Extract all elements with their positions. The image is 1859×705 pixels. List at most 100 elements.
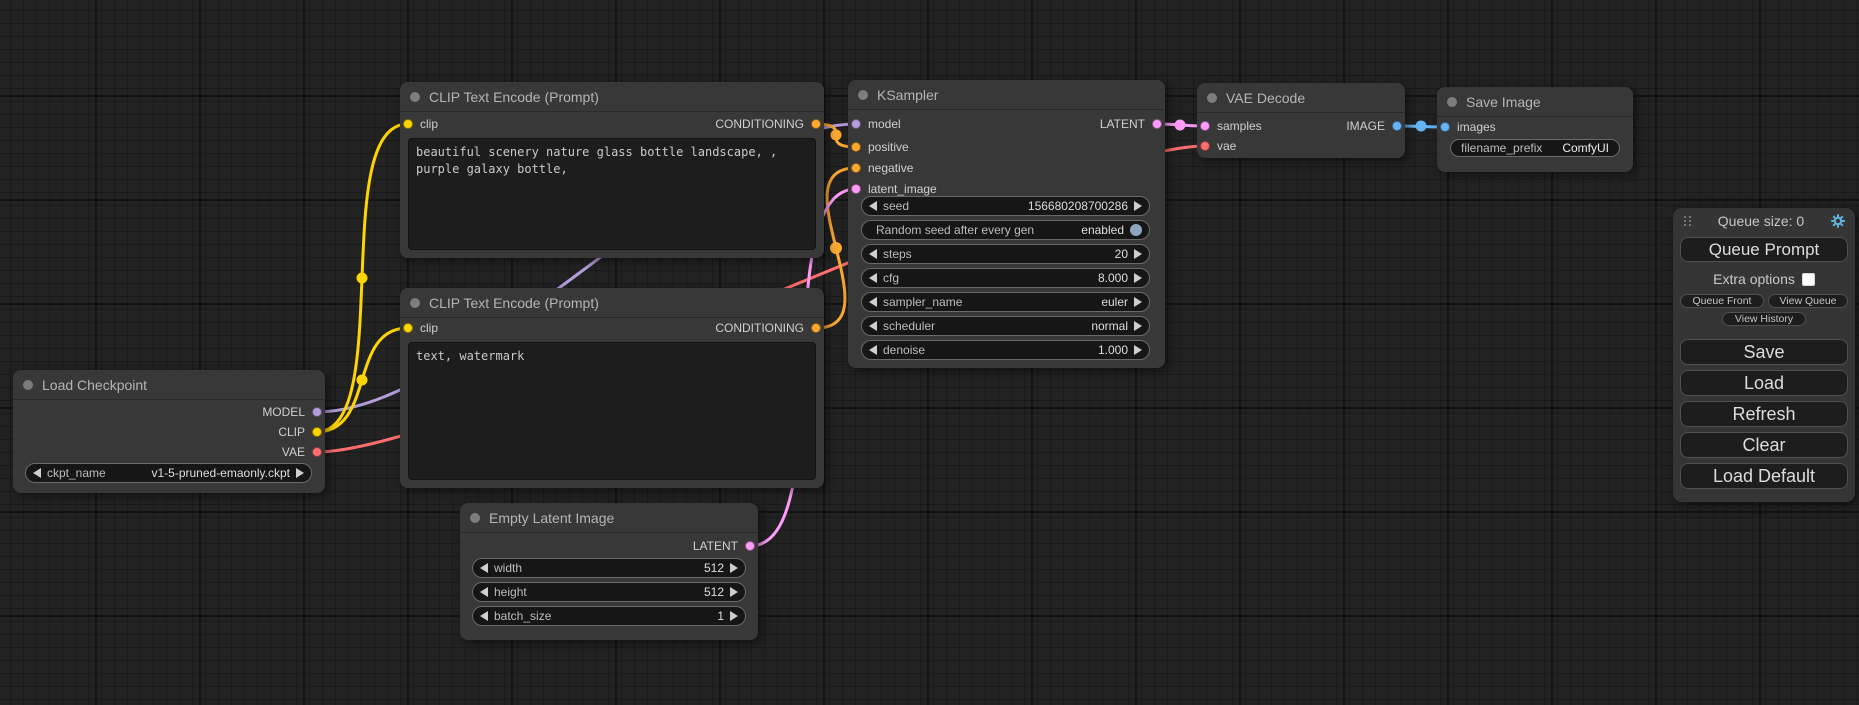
slot-vae-input: vae — [1200, 136, 1236, 156]
extra-options-checkbox[interactable] — [1802, 273, 1815, 286]
save-button[interactable]: Save — [1680, 339, 1848, 365]
positive-prompt-textarea[interactable]: beautiful scenery nature glass bottle la… — [408, 138, 816, 250]
widget-steps[interactable]: steps 20 — [861, 244, 1150, 264]
decrement-arrow-icon[interactable] — [480, 587, 488, 597]
load-button[interactable]: Load — [1680, 370, 1848, 396]
node-titlebar[interactable]: VAE Decode — [1197, 83, 1405, 113]
latent-image-input-dot[interactable] — [851, 184, 861, 194]
collapse-dot-icon[interactable] — [410, 92, 420, 102]
widget-scheduler[interactable]: scheduler normal — [861, 316, 1150, 336]
decrement-arrow-icon[interactable] — [869, 249, 877, 259]
node-graph-canvas[interactable]: Load Checkpoint MODEL CLIP VAE ckpt_name… — [0, 0, 1859, 705]
node-clip-text-encode-positive[interactable]: CLIP Text Encode (Prompt) clip CONDITION… — [400, 82, 824, 258]
slot-vae-output: VAE — [282, 442, 322, 462]
decrement-arrow-icon[interactable] — [33, 468, 41, 478]
image-output-dot[interactable] — [1392, 121, 1402, 131]
clip-input-dot[interactable] — [403, 323, 413, 333]
decrement-arrow-icon[interactable] — [869, 201, 877, 211]
increment-arrow-icon[interactable] — [1134, 201, 1142, 211]
queue-front-button[interactable]: Queue Front — [1680, 294, 1764, 308]
toggle-enabled-icon[interactable] — [1130, 224, 1142, 236]
widget-filename-prefix[interactable]: filename_prefix ComfyUI — [1450, 139, 1620, 157]
node-save-image[interactable]: Save Image images filename_prefix ComfyU… — [1437, 87, 1633, 172]
widget-width[interactable]: width 512 — [472, 558, 746, 578]
widget-random-seed-toggle[interactable]: Random seed after every gen enabled — [861, 220, 1150, 240]
decrement-arrow-icon[interactable] — [869, 273, 877, 283]
widget-batch-size[interactable]: batch_size 1 — [472, 606, 746, 626]
samples-input-dot[interactable] — [1200, 121, 1210, 131]
increment-arrow-icon[interactable] — [730, 611, 738, 621]
clip-output-dot[interactable] — [312, 427, 322, 437]
increment-arrow-icon[interactable] — [730, 563, 738, 573]
increment-arrow-icon[interactable] — [1134, 321, 1142, 331]
clip-input-dot[interactable] — [403, 119, 413, 129]
images-input-dot[interactable] — [1440, 122, 1450, 132]
vae-input-dot[interactable] — [1200, 141, 1210, 151]
queue-panel-header: Queue size: 0 — [1673, 208, 1855, 234]
node-titlebar[interactable]: CLIP Text Encode (Prompt) — [400, 288, 824, 318]
node-vae-decode[interactable]: VAE Decode samples vae IMAGE — [1197, 83, 1405, 158]
widget-value: 1.000 — [1098, 343, 1128, 357]
model-input-dot[interactable] — [851, 119, 861, 129]
decrement-arrow-icon[interactable] — [869, 321, 877, 331]
collapse-dot-icon[interactable] — [1447, 97, 1457, 107]
collapse-dot-icon[interactable] — [410, 298, 420, 308]
widget-sampler-name[interactable]: sampler_name euler — [861, 292, 1150, 312]
node-titlebar[interactable]: KSampler — [848, 80, 1165, 110]
decrement-arrow-icon[interactable] — [869, 297, 877, 307]
widget-ckpt-name[interactable]: ckpt_name v1-5-pruned-emaonly.ckpt — [25, 463, 312, 483]
widget-seed[interactable]: seed 156680208700286 — [861, 196, 1150, 216]
decrement-arrow-icon[interactable] — [869, 345, 877, 355]
slot-label: VAE — [282, 445, 305, 459]
node-load-checkpoint[interactable]: Load Checkpoint MODEL CLIP VAE ckpt_name… — [13, 370, 325, 493]
increment-arrow-icon[interactable] — [730, 587, 738, 597]
model-output-dot[interactable] — [312, 407, 322, 417]
slot-label: positive — [868, 140, 909, 154]
increment-arrow-icon[interactable] — [1134, 297, 1142, 307]
negative-input-dot[interactable] — [851, 163, 861, 173]
node-titlebar[interactable]: CLIP Text Encode (Prompt) — [400, 82, 824, 112]
node-clip-text-encode-negative[interactable]: CLIP Text Encode (Prompt) clip CONDITION… — [400, 288, 824, 488]
negative-prompt-textarea[interactable]: text, watermark — [408, 342, 816, 480]
link-dot — [1175, 120, 1186, 131]
node-titlebar[interactable]: Save Image — [1437, 87, 1633, 117]
decrement-arrow-icon[interactable] — [480, 611, 488, 621]
view-history-button[interactable]: View History — [1722, 312, 1806, 326]
gear-icon[interactable] — [1830, 213, 1846, 229]
queue-prompt-button[interactable]: Queue Prompt — [1680, 237, 1848, 262]
node-title: CLIP Text Encode (Prompt) — [429, 89, 599, 105]
increment-arrow-icon[interactable] — [1134, 345, 1142, 355]
conditioning-output-dot[interactable] — [811, 119, 821, 129]
widget-cfg[interactable]: cfg 8.000 — [861, 268, 1150, 288]
node-ksampler[interactable]: KSampler model positive negative latent_… — [848, 80, 1165, 368]
node-titlebar[interactable]: Load Checkpoint — [13, 370, 325, 400]
widget-value: 512 — [704, 585, 724, 599]
node-title: VAE Decode — [1226, 90, 1305, 106]
clear-button[interactable]: Clear — [1680, 432, 1848, 458]
node-empty-latent-image[interactable]: Empty Latent Image LATENT width 512 heig… — [460, 503, 758, 640]
increment-arrow-icon[interactable] — [296, 468, 304, 478]
refresh-button[interactable]: Refresh — [1680, 401, 1848, 427]
widget-height[interactable]: height 512 — [472, 582, 746, 602]
increment-arrow-icon[interactable] — [1134, 273, 1142, 283]
collapse-dot-icon[interactable] — [470, 513, 480, 523]
conditioning-output-dot[interactable] — [811, 323, 821, 333]
increment-arrow-icon[interactable] — [1134, 249, 1142, 259]
collapse-dot-icon[interactable] — [858, 90, 868, 100]
decrement-arrow-icon[interactable] — [480, 563, 488, 573]
widget-label: height — [494, 585, 527, 599]
widget-label: sampler_name — [883, 295, 962, 309]
latent-output-dot[interactable] — [1152, 119, 1162, 129]
node-title: CLIP Text Encode (Prompt) — [429, 295, 599, 311]
slot-label: latent_image — [868, 182, 937, 196]
latent-output-dot[interactable] — [745, 541, 755, 551]
vae-output-dot[interactable] — [312, 447, 322, 457]
node-titlebar[interactable]: Empty Latent Image — [460, 503, 758, 533]
collapse-dot-icon[interactable] — [1207, 93, 1217, 103]
positive-input-dot[interactable] — [851, 142, 861, 152]
load-default-button[interactable]: Load Default — [1680, 463, 1848, 489]
drag-handle-icon[interactable] — [1684, 216, 1692, 226]
view-queue-button[interactable]: View Queue — [1768, 294, 1848, 308]
widget-denoise[interactable]: denoise 1.000 — [861, 340, 1150, 360]
collapse-dot-icon[interactable] — [23, 380, 33, 390]
